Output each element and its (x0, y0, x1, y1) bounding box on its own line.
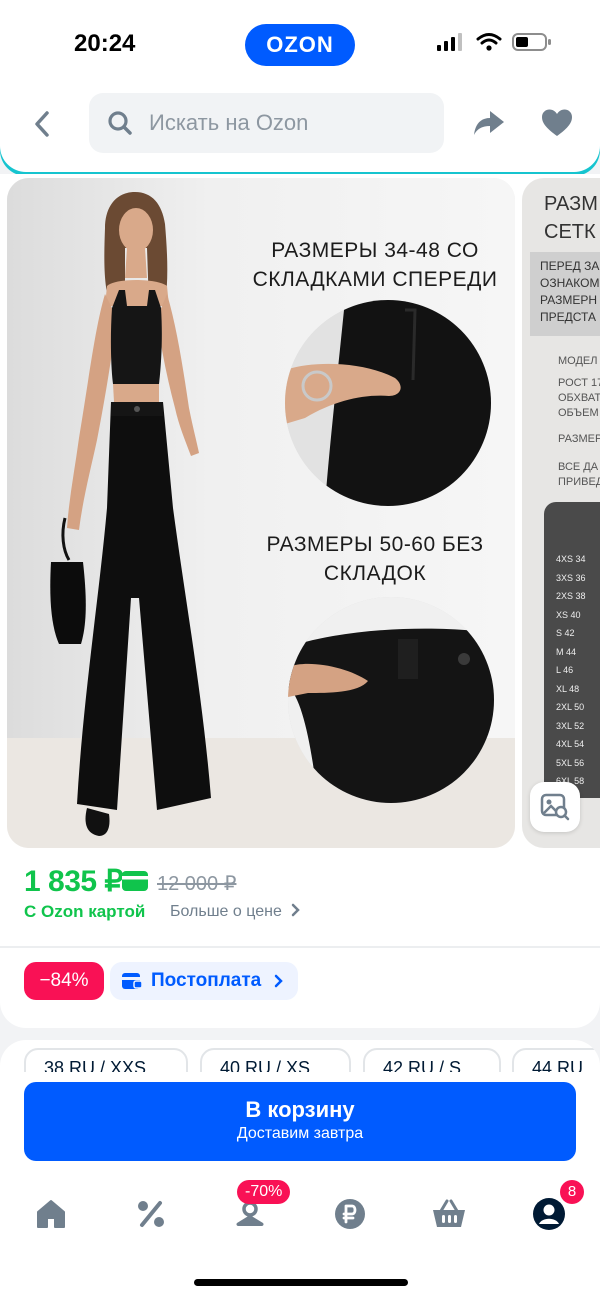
size-row: 4XL 54 (556, 739, 585, 749)
product-gallery[interactable]: РАЗМЕРЫ 34-48 СО СКЛАДКАМИ СПЕРЕДИ РАЗМЕ… (0, 174, 600, 854)
model-label: МОДЕЛ (558, 355, 598, 367)
search-input[interactable]: Искать на Ozon (89, 93, 444, 153)
size-chart-title: РАЗМ СЕТК (544, 193, 598, 243)
all-data-note: ВСЕ ДА ПРИВЕД (558, 461, 600, 488)
favorite-button[interactable] (540, 108, 574, 143)
home-indicator (194, 1279, 408, 1286)
size-table: 4XS 34 3XS 36 2XS 38 XS 40 S 42 M 44 L 4… (544, 502, 600, 798)
status-bar: 20:24 OZON (0, 0, 600, 90)
back-button[interactable] (26, 108, 58, 140)
current-price: 1 835 ₽ (24, 865, 124, 898)
size-row: S 42 (556, 628, 575, 638)
tab-finance[interactable] (330, 1194, 370, 1234)
cellular-signal-icon (437, 33, 462, 51)
tab-cart[interactable] (429, 1194, 469, 1234)
tab-home[interactable] (31, 1194, 71, 1234)
old-price: 12 000 ₽ (157, 873, 237, 895)
gallery-slide-size-chart[interactable]: РАЗМ СЕТК ПЕРЕД ЗА ОЗНАКОМ РАЗМЕРН ПРЕДС… (522, 178, 600, 848)
promo-block: −84% Постоплата (0, 948, 600, 1028)
chevron-left-icon (35, 111, 49, 137)
detail-photo-no-pleats (288, 597, 494, 803)
ozon-logo-pill[interactable]: OZON (245, 24, 355, 66)
status-icons (436, 32, 552, 52)
detail-photo-pleats (285, 300, 491, 506)
chevron-right-icon (274, 974, 284, 988)
share-button[interactable] (472, 108, 506, 143)
share-icon (474, 111, 504, 135)
size-row: L 46 (556, 665, 574, 675)
ozon-card-label[interactable]: С Ozon картой (24, 902, 145, 922)
profile-icon (533, 1198, 565, 1230)
tab-discounts[interactable] (131, 1194, 171, 1234)
search-placeholder: Искать на Ozon (149, 110, 309, 135)
bottom-tab-bar: -70% 8 (0, 1180, 600, 1300)
add-to-cart-button[interactable]: В корзину Доставим завтра (24, 1082, 576, 1161)
size-chart-note: ПЕРЕД ЗА ОЗНАКОМ РАЗМЕРН ПРЕДСТА (530, 252, 600, 336)
cart-bar: В корзину Доставим завтра (0, 1072, 600, 1182)
size-label: РАЗМЕР (558, 433, 600, 445)
size-row: M 44 (556, 646, 577, 657)
price-block: 1 835 ₽ 12 000 ₽ С Ozon картой Больше о … (0, 854, 600, 946)
size-row: 4XS 34 (556, 554, 586, 564)
home-icon (37, 1200, 65, 1228)
size-row: 3XL 52 (556, 720, 585, 731)
size-row: 5XL 56 (556, 757, 585, 768)
product-page: 20:24 OZON Искать на Ozon РАЗМЕРЫ 34-48 … (0, 0, 600, 1300)
search-icon (107, 110, 133, 136)
percent-icon (138, 1201, 164, 1227)
discount-badge: −84% (24, 962, 104, 1000)
delivery-label: Доставим завтра (236, 1125, 364, 1142)
chevron-right-icon (292, 903, 301, 917)
wifi-icon (476, 33, 502, 51)
more-about-price-link[interactable]: Больше о цене (170, 903, 302, 921)
clock: 20:24 (74, 30, 136, 57)
sale-badge: -70% (237, 1180, 291, 1204)
image-search-button[interactable] (530, 782, 580, 832)
gallery-slide-main[interactable]: РАЗМЕРЫ 34-48 СО СКЛАДКАМИ СПЕРЕДИ РАЗМЕ… (7, 178, 515, 848)
profile-count-badge: 8 (560, 1180, 584, 1204)
postpay-button[interactable]: Постоплата (110, 962, 298, 1000)
model-photo (50, 192, 211, 836)
ruble-coin-icon (335, 1199, 365, 1229)
size-row: XS 40 (556, 609, 581, 620)
size-row: 2XL 50 (556, 702, 585, 712)
postpay-label: Постоплата (151, 970, 262, 991)
battery-icon (512, 33, 551, 51)
ozon-card-icon (122, 871, 148, 891)
add-to-cart-label: В корзину (245, 1097, 355, 1122)
size-row: 3XS 36 (556, 572, 586, 583)
top-bar: Искать на Ozon (0, 90, 600, 172)
caption-unpleated-sizes: РАЗМЕРЫ 50-60 БЕЗ СКЛАДОК (266, 533, 484, 585)
size-row: XL 48 (556, 683, 580, 694)
image-search-icon (540, 793, 570, 821)
wallet-icon (122, 973, 143, 989)
size-row: 2XS 38 (556, 591, 586, 601)
caption-pleated-sizes: РАЗМЕРЫ 34-48 СО СКЛАДКАМИ СПЕРЕДИ (252, 239, 498, 291)
heart-icon (542, 109, 572, 136)
basket-icon (433, 1199, 465, 1227)
more-about-price-label: Больше о цене (170, 903, 282, 920)
model-params: РОСТ 17 ОБХВАТ ОБЪЕМ (558, 377, 600, 419)
